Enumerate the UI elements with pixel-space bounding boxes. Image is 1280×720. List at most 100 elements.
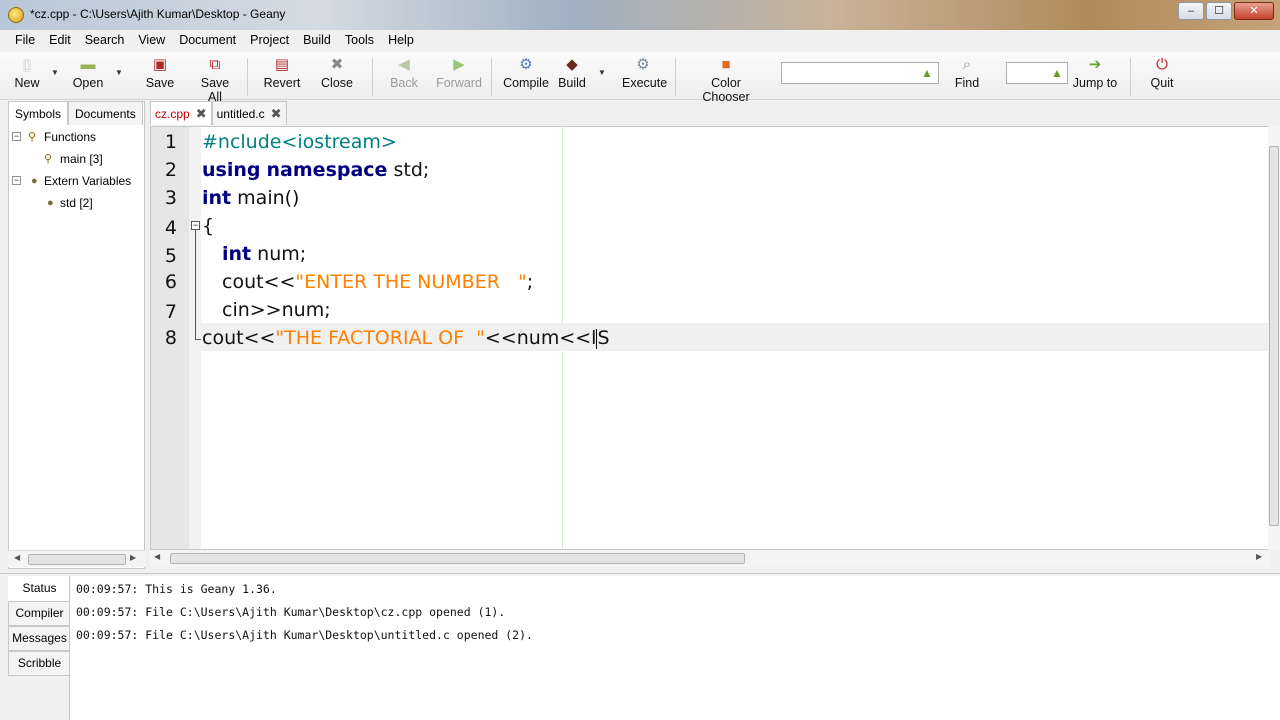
find-label: Find — [954, 76, 980, 90]
open-dropdown-arrow-icon[interactable]: ▼ — [115, 68, 123, 77]
editor-vertical-scrollbar[interactable] — [1268, 126, 1280, 550]
tab-symbols[interactable]: Symbols — [8, 101, 69, 125]
compile-label: Compile — [503, 76, 549, 90]
open-button[interactable]: ▬ Open — [70, 56, 106, 98]
open-folder-icon: ▬ — [80, 56, 96, 73]
tree-item-functions[interactable]: − ⚲ Functions — [8, 126, 145, 148]
tab-status[interactable]: Status — [8, 576, 70, 601]
sidebar-horizontal-scrollbar[interactable]: ◀ ▶ — [8, 550, 145, 567]
search-input[interactable] — [781, 62, 939, 84]
close-tab-icon[interactable]: ✖ — [196, 106, 207, 122]
code-string: "ENTER THE NUMBER " — [295, 271, 527, 293]
new-dropdown-arrow-icon[interactable]: ▼ — [51, 68, 59, 77]
code-text: { — [202, 215, 215, 237]
save-all-button[interactable]: ⧉ Save All — [193, 56, 237, 104]
menu-help[interactable]: Help — [381, 30, 421, 52]
tab-cz-cpp[interactable]: cz.cpp ✖ — [150, 101, 212, 125]
code-keyword: int — [202, 187, 232, 209]
line-number: 7 — [164, 301, 177, 323]
build-brick-icon: ◆ — [566, 56, 578, 73]
sidebar-tabs: Symbols Documents — [8, 101, 143, 125]
menu-view[interactable]: View — [131, 30, 172, 52]
scroll-left-icon[interactable]: ◀ — [14, 553, 20, 562]
jump-to-button[interactable]: ➔ Jump to — [1072, 56, 1118, 98]
tree-label-main: main [3] — [60, 152, 103, 166]
back-label: Back — [390, 76, 418, 90]
code-string: "THE FACTORIAL OF " — [275, 327, 485, 349]
quit-button[interactable]: ⏻ Quit — [1148, 56, 1176, 98]
back-button[interactable]: ◀ Back — [389, 56, 419, 98]
menu-file[interactable]: File — [8, 30, 42, 52]
execute-button[interactable]: ⚙ Execute — [622, 56, 668, 98]
menu-project[interactable]: Project — [243, 30, 296, 52]
collapse-icon[interactable]: − — [12, 132, 21, 141]
minimize-button[interactable]: – — [1178, 2, 1204, 20]
tab-scribble[interactable]: Scribble — [8, 651, 70, 676]
tab-untitled-c[interactable]: untitled.c ✖ — [211, 101, 287, 125]
line-number: 6 — [164, 271, 177, 293]
search-go-icon[interactable]: ▲ — [921, 66, 933, 80]
jump-to-label: Jump to — [1072, 76, 1118, 90]
editor-horizontal-scrollbar[interactable]: ◀ ▶ — [150, 550, 1270, 567]
tree-item-main[interactable]: ⚲ main [3] — [8, 148, 145, 170]
scrollbar-thumb[interactable] — [28, 554, 126, 565]
close-file-icon: ✖ — [330, 56, 344, 73]
scroll-right-icon[interactable]: ▶ — [130, 553, 136, 562]
quit-label: Quit — [1150, 76, 1174, 90]
save-label: Save — [145, 76, 175, 90]
tab-messages[interactable]: Messages — [8, 626, 70, 651]
menu-build[interactable]: Build — [296, 30, 338, 52]
line-number: 3 — [164, 187, 177, 209]
close-file-button[interactable]: ✖ Close — [320, 56, 354, 98]
compile-button[interactable]: ⚙ Compile — [503, 56, 549, 98]
line-go-icon[interactable]: ▲ — [1051, 66, 1063, 80]
close-tab-icon[interactable]: ✖ — [271, 106, 282, 122]
collapse-icon[interactable]: − — [12, 176, 21, 185]
save-button[interactable]: ▣ Save — [144, 56, 176, 98]
status-log[interactable]: 00:09:57: This is Geany 1.36. 00:09:57: … — [69, 576, 1280, 720]
scrollbar-thumb[interactable] — [1269, 146, 1279, 526]
quit-icon: ⏻ — [1156, 56, 1168, 73]
code-editor[interactable]: − 1 2 3 4 5 6 7 8 #nclude<iostream> usin… — [150, 126, 1270, 550]
build-button[interactable]: ◆ Build — [557, 56, 587, 98]
menu-edit[interactable]: Edit — [42, 30, 78, 52]
editor-tabs: cz.cpp ✖ untitled.c ✖ — [150, 101, 287, 125]
close-window-button[interactable]: ✕ — [1234, 2, 1274, 20]
variable-icon: ● — [31, 175, 38, 187]
revert-button[interactable]: ▤ Revert — [263, 56, 301, 98]
toolbar: ▯ New ▼ ▬ Open ▼ ▣ Save ⧉ Save All ▤ Rev… — [0, 52, 1280, 104]
fold-line — [195, 230, 196, 340]
find-button[interactable]: ⌕ Find — [953, 56, 981, 98]
revert-label: Revert — [263, 76, 301, 90]
color-chooser-button[interactable]: ■ Color Chooser — [687, 56, 765, 104]
code-text: cin>>num; — [222, 299, 331, 321]
menu-search[interactable]: Search — [78, 30, 132, 52]
new-file-icon: ▯ — [22, 56, 32, 73]
menu-document[interactable]: Document — [172, 30, 243, 52]
tab-compiler[interactable]: Compiler — [8, 601, 70, 626]
tree-label-std: std [2] — [60, 196, 93, 210]
menu-tools[interactable]: Tools — [338, 30, 381, 52]
scrollbar-thumb[interactable] — [170, 553, 745, 564]
window-title: *cz.cpp - C:\Users\Ajith Kumar\Desktop -… — [30, 7, 286, 21]
window-controls: – ☐ ✕ — [1178, 2, 1274, 20]
forward-button[interactable]: ▶ Forward — [436, 56, 482, 98]
tab-label: untitled.c — [216, 106, 265, 121]
execute-gears-icon: ⚙ — [636, 56, 650, 73]
scroll-right-icon[interactable]: ▶ — [1256, 552, 1262, 561]
fold-toggle-icon[interactable]: − — [191, 221, 200, 230]
message-tabs: Status Compiler Messages Scribble — [8, 576, 70, 676]
new-button[interactable]: ▯ New — [12, 56, 42, 98]
tree-item-std[interactable]: ● std [2] — [8, 192, 145, 214]
build-dropdown-arrow-icon[interactable]: ▼ — [598, 68, 606, 77]
scroll-left-icon[interactable]: ◀ — [154, 552, 160, 561]
code-line-1: #nclude<iostream> — [202, 131, 397, 153]
tree-item-extern-variables[interactable]: − ● Extern Variables — [8, 170, 145, 192]
execute-label: Execute — [622, 76, 668, 90]
code-line-8: cout<<"THE FACTORIAL OF "<<num<<lS — [202, 327, 610, 349]
code-text: <<num<< — [484, 327, 592, 349]
line-number: 2 — [164, 159, 177, 181]
maximize-button[interactable]: ☐ — [1206, 2, 1232, 20]
tab-documents[interactable]: Documents — [68, 101, 143, 125]
function-icon: ⚲ — [28, 131, 37, 143]
